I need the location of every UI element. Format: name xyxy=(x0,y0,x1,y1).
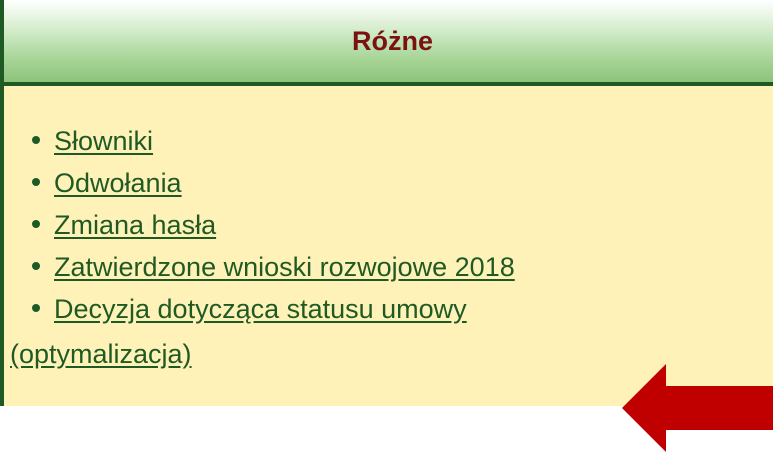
panel-body: Słowniki Odwołania Zmiana hasła Zatwierd… xyxy=(4,86,773,452)
red-arrow-left-icon xyxy=(622,364,773,452)
bullet-dot-icon xyxy=(32,261,40,270)
menu-item-decyzja-continuation: (optymalizacja) xyxy=(10,333,192,375)
bullet-dot-icon xyxy=(32,177,40,186)
link-slowniki[interactable]: Słowniki xyxy=(54,126,153,156)
link-zmiana-hasla[interactable]: Zmiana hasła xyxy=(54,210,216,240)
panel-header: Różne xyxy=(4,0,773,86)
link-decyzja-status-umowy-continued[interactable]: (optymalizacja) xyxy=(10,339,192,369)
menu-item-zatwierdzone-wnioski: Zatwierdzone wnioski rozwojowe 2018 xyxy=(32,246,632,288)
menu-item-decyzja-status-umowy: Decyzja dotycząca statusu umowy xyxy=(32,288,632,330)
bullet-dot-icon xyxy=(32,135,40,144)
bullet-dot-icon xyxy=(32,219,40,228)
menu-item-zmiana-hasla: Zmiana hasła xyxy=(32,204,632,246)
panel-title: Różne xyxy=(352,25,433,56)
link-zatwierdzone-wnioski[interactable]: Zatwierdzone wnioski rozwojowe 2018 xyxy=(54,252,515,282)
roznie-panel: Różne Słowniki Odwołania Zmiana hasła Za… xyxy=(0,0,773,452)
menu-list: Słowniki Odwołania Zmiana hasła Zatwierd… xyxy=(32,120,632,330)
menu-item-odwolania: Odwołania xyxy=(32,162,632,204)
link-odwolania[interactable]: Odwołania xyxy=(54,168,182,198)
link-decyzja-status-umowy[interactable]: Decyzja dotycząca statusu umowy xyxy=(54,294,467,324)
menu-item-slowniki: Słowniki xyxy=(32,120,632,162)
bullet-dot-icon xyxy=(32,303,40,312)
